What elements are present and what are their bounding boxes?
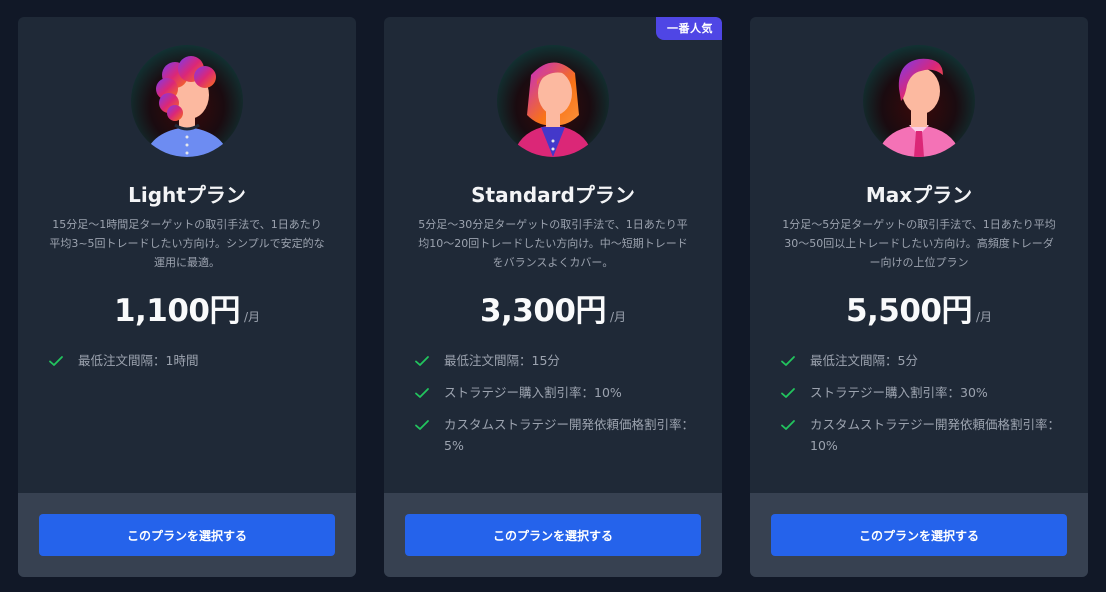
check-icon xyxy=(781,356,795,366)
check-icon xyxy=(415,356,429,366)
plan-name: Lightプラン xyxy=(128,183,246,207)
check-icon xyxy=(781,388,795,398)
price-unit: /月 xyxy=(610,310,627,324)
feature-text: 最低注文間隔：5分 xyxy=(810,353,918,368)
plan-price: 3,300円 xyxy=(479,293,607,329)
feature-text: ストラテジー購入割引率：30% xyxy=(810,385,988,400)
feature-text: ストラテジー購入割引率：10% xyxy=(444,385,622,400)
price-unit: /月 xyxy=(244,310,261,324)
feature-item: カスタムストラテジー開発依頼価格割引率：10% xyxy=(780,414,1070,456)
price-row: 5,500円/月 xyxy=(750,285,1088,330)
card-footer: このプランを選択する xyxy=(384,493,722,577)
check-icon xyxy=(415,388,429,398)
feature-text: カスタムストラテジー開発依頼価格割引率：10% xyxy=(810,417,1061,453)
select-plan-button[interactable]: このプランを選択する xyxy=(771,514,1067,556)
check-icon xyxy=(415,420,429,430)
person-curly-hair-icon xyxy=(131,45,243,157)
feature-list: 最低注文間隔：5分 ストラテジー購入割引率：30% カスタムストラテジー開発依頼… xyxy=(780,350,1070,467)
feature-item: カスタムストラテジー開発依頼価格割引率：5% xyxy=(414,414,704,456)
feature-list: 最低注文間隔：1時間 xyxy=(48,350,338,382)
person-long-hair-icon xyxy=(497,45,609,157)
feature-item: ストラテジー購入割引率：30% xyxy=(780,382,1070,403)
plan-card-standard: 一番人気 Standardプラン 5分足〜30分足ターゲットの取引手法で、1日あ… xyxy=(384,17,722,577)
plan-price: 1,100円 xyxy=(113,293,241,329)
card-footer: このプランを選択する xyxy=(750,493,1088,577)
plan-price: 5,500円 xyxy=(845,293,973,329)
plan-description: 5分足〜30分足ターゲットの取引手法で、1日あたり平均10〜20回トレードしたい… xyxy=(418,218,688,269)
plan-card-max: Maxプラン 1分足〜5分足ターゲットの取引手法で、1日あたり平均30〜50回以… xyxy=(750,17,1088,577)
feature-item: 最低注文間隔：5分 xyxy=(780,350,1070,371)
price-unit: /月 xyxy=(976,310,993,324)
feature-text: 最低注文間隔：15分 xyxy=(444,353,560,368)
check-icon xyxy=(781,420,795,430)
plan-name: Standardプラン xyxy=(471,183,635,207)
person-with-tie-icon xyxy=(863,45,975,157)
feature-text: 最低注文間隔：1時間 xyxy=(78,353,199,368)
feature-item: 最低注文間隔：15分 xyxy=(414,350,704,371)
plan-description: 15分足〜1時間足ターゲットの取引手法で、1日あたり平均3~5回トレードしたい方… xyxy=(49,218,325,269)
card-footer: このプランを選択する xyxy=(18,493,356,577)
popular-badge: 一番人気 xyxy=(656,17,722,40)
plan-card-light: Lightプラン 15分足〜1時間足ターゲットの取引手法で、1日あたり平均3~5… xyxy=(18,17,356,577)
price-row: 3,300円/月 xyxy=(384,285,722,330)
price-row: 1,100円/月 xyxy=(18,285,356,330)
plan-name: Maxプラン xyxy=(865,183,973,207)
feature-item: ストラテジー購入割引率：10% xyxy=(414,382,704,403)
check-icon xyxy=(49,356,63,366)
feature-text: カスタムストラテジー開発依頼価格割引率：5% xyxy=(444,417,695,453)
select-plan-button[interactable]: このプランを選択する xyxy=(405,514,701,556)
plan-description: 1分足〜5分足ターゲットの取引手法で、1日あたり平均30〜50回以上トレードした… xyxy=(782,218,1056,269)
select-plan-button[interactable]: このプランを選択する xyxy=(39,514,335,556)
feature-list: 最低注文間隔：15分 ストラテジー購入割引率：10% カスタムストラテジー開発依… xyxy=(414,350,704,467)
feature-item: 最低注文間隔：1時間 xyxy=(48,350,338,371)
